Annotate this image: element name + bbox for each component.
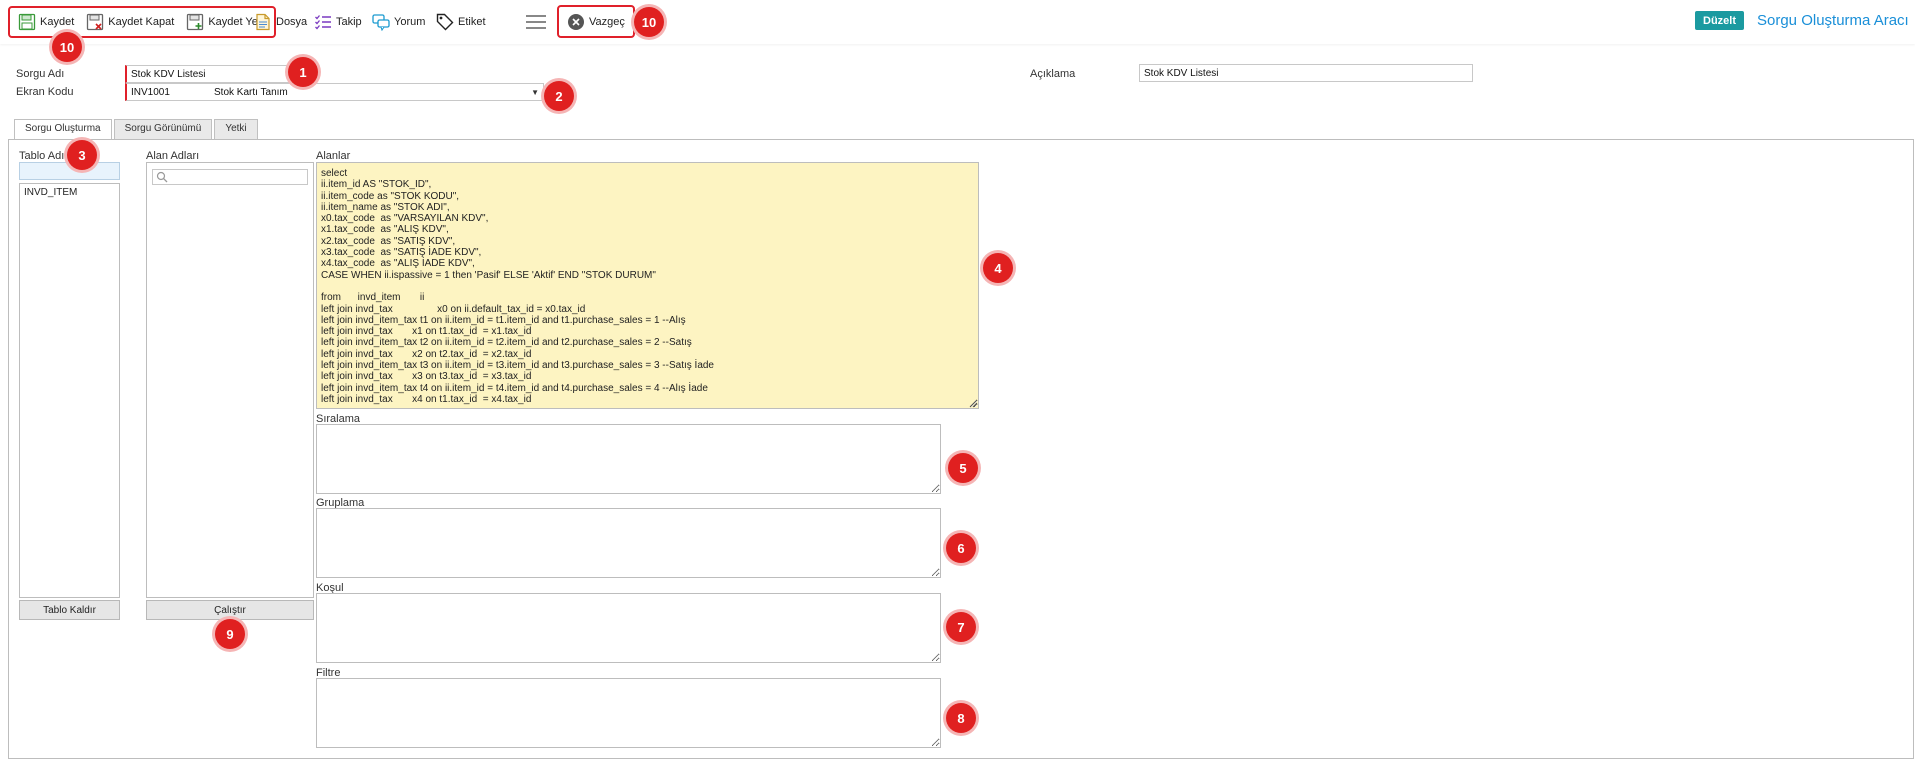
filter-textarea[interactable]: [316, 678, 941, 748]
document-icon: [254, 13, 272, 31]
app-title: Sorgu Oluşturma Aracı: [1757, 12, 1909, 29]
query-name-input[interactable]: [125, 65, 290, 83]
badge-6: 6: [946, 533, 976, 563]
badge-9: 9: [215, 619, 245, 649]
badge-10-cancel: 10: [634, 7, 664, 37]
list-item[interactable]: INVD_ITEM: [24, 187, 77, 198]
save-group: Kaydet Kaydet Kapat Kaydet Yeni: [8, 6, 277, 38]
floppy-disk-icon: [18, 13, 36, 31]
field-list: [146, 162, 314, 598]
table-name-label: Tablo Adı: [19, 150, 65, 162]
search-icon: [156, 171, 168, 186]
tag-button[interactable]: Etiket: [430, 8, 492, 36]
toolbar: Kaydet Kaydet Kapat Kaydet Yeni Dosya Ta…: [0, 0, 1915, 44]
save-label: Kaydet: [40, 16, 75, 28]
save-close-label: Kaydet Kapat: [108, 16, 175, 28]
screen-code-desc: Stok Kartı Tanım: [214, 86, 288, 98]
tab-query-builder[interactable]: Sorgu Oluşturma: [14, 119, 112, 140]
close-circle-icon: [567, 13, 585, 31]
fields-label: Alanlar: [316, 150, 351, 162]
screen-code-select[interactable]: INV1001 Stok Kartı Tanım ▼: [125, 83, 544, 101]
tag-icon: [436, 13, 454, 31]
run-button[interactable]: Çalıştır: [146, 600, 314, 620]
order-textarea[interactable]: [316, 424, 941, 494]
cancel-label: Vazgeç: [589, 15, 625, 28]
floppy-new-icon: [186, 13, 204, 31]
sql-editor[interactable]: select ii.item_id AS "STOK_ID", ii.item_…: [316, 162, 979, 409]
file-button[interactable]: Dosya: [248, 8, 313, 36]
description-label: Açıklama: [1030, 68, 1076, 80]
badge-3: 3: [67, 140, 97, 170]
dropdown-arrow-icon: ▼: [531, 87, 539, 97]
tab-bar: Sorgu Oluşturma Sorgu Görünümü Yetki: [14, 119, 258, 140]
badge-5: 5: [948, 453, 978, 483]
comment-icon: [372, 13, 390, 32]
tab-query-view[interactable]: Sorgu Görünümü: [113, 119, 213, 139]
description-input[interactable]: [1139, 64, 1473, 82]
remove-table-button[interactable]: Tablo Kaldır: [19, 600, 120, 620]
condition-textarea[interactable]: [316, 593, 941, 663]
screen-code-value: INV1001: [131, 86, 170, 98]
follow-button[interactable]: Takip: [308, 8, 368, 36]
field-search-box[interactable]: [152, 169, 308, 185]
resize-handle-icon[interactable]: [968, 398, 978, 408]
checklist-icon: [314, 13, 332, 31]
table-name-input[interactable]: [19, 162, 120, 180]
badge-4: 4: [983, 253, 1013, 283]
save-close-button[interactable]: Kaydet Kapat: [80, 8, 180, 36]
edit-button[interactable]: Düzelt: [1695, 11, 1744, 30]
badge-1: 1: [288, 57, 318, 87]
query-name-label: Sorgu Adı: [16, 68, 65, 80]
cancel-button[interactable]: Vazgeç: [561, 8, 631, 36]
badge-10-toolbar: 10: [52, 32, 82, 62]
comment-label: Yorum: [394, 16, 426, 28]
badge-2: 2: [544, 81, 574, 111]
field-names-label: Alan Adları: [146, 150, 200, 162]
comment-button[interactable]: Yorum: [366, 8, 431, 36]
file-label: Dosya: [276, 16, 308, 28]
hamburger-menu-icon[interactable]: [525, 14, 547, 30]
tag-label: Etiket: [458, 16, 486, 28]
floppy-close-icon: [86, 13, 104, 31]
badge-7: 7: [946, 612, 976, 642]
badge-8: 8: [946, 703, 976, 733]
table-list: INVD_ITEM: [19, 183, 120, 598]
tab-authorization[interactable]: Yetki: [214, 119, 258, 139]
follow-label: Takip: [336, 16, 362, 28]
group-textarea[interactable]: [316, 508, 941, 578]
search-input[interactable]: [169, 170, 305, 184]
screen-code-label: Ekran Kodu: [16, 86, 74, 98]
cancel-group: Vazgeç: [557, 5, 635, 38]
